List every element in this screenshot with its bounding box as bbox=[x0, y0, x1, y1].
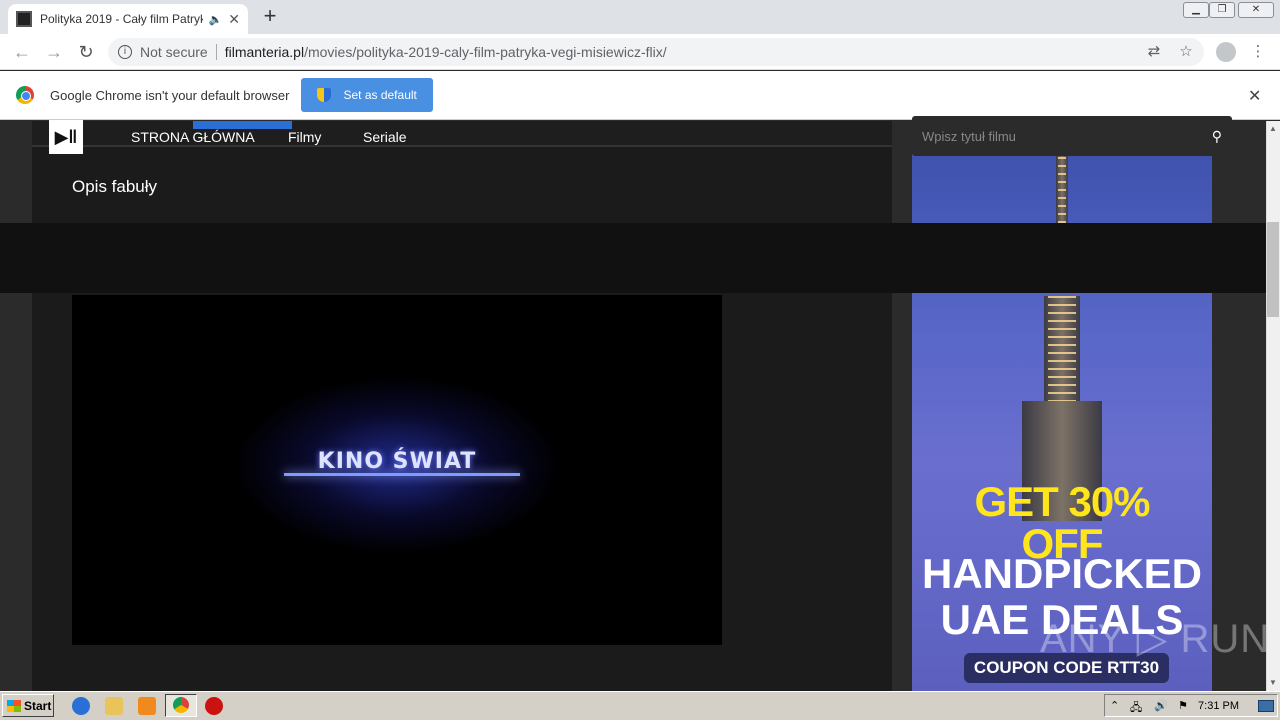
search-input[interactable] bbox=[922, 128, 1212, 144]
url-domain: filmanteria.pl bbox=[224, 44, 305, 60]
show-desktop-icon[interactable] bbox=[1258, 700, 1274, 712]
profile-avatar[interactable] bbox=[1216, 42, 1236, 62]
start-label: Start bbox=[24, 698, 52, 713]
browser-tab[interactable]: Polityka 2019 - Cały film Patryk 🔈 ✕ bbox=[8, 4, 248, 34]
window-close-button[interactable]: ✕ bbox=[1238, 2, 1274, 18]
default-browser-infobar: Google Chrome isn't your default browser… bbox=[0, 71, 1280, 120]
site-navbar bbox=[0, 223, 1266, 293]
scroll-up-icon[interactable]: ▲ bbox=[1266, 122, 1280, 136]
film-favicon-icon bbox=[16, 11, 32, 27]
search-icon[interactable]: ⚲ bbox=[1212, 128, 1222, 145]
scrollbar-thumb[interactable] bbox=[1267, 222, 1279, 317]
opera-icon[interactable] bbox=[205, 697, 223, 715]
bookmark-star-icon[interactable]: ☆ bbox=[1176, 42, 1196, 62]
forward-icon[interactable]: → bbox=[42, 40, 66, 64]
video-player[interactable]: KINO ŚWIAT bbox=[72, 295, 722, 645]
translate-icon[interactable]: ⇄ bbox=[1144, 42, 1164, 62]
web-page: Opis fabuły KINO ŚWIAT GET 30% OFF HANDP… bbox=[0, 121, 1266, 691]
security-label: Not secure bbox=[140, 44, 208, 60]
network-icon[interactable]: 🖧 bbox=[1130, 699, 1142, 718]
nav-home[interactable]: STRONA GŁÓWNA bbox=[131, 129, 255, 145]
clock[interactable]: 7:31 PM bbox=[1198, 700, 1239, 712]
speaker-icon[interactable]: 🔈 bbox=[209, 13, 223, 26]
back-icon[interactable]: ← bbox=[10, 40, 34, 64]
info-icon[interactable]: i bbox=[118, 45, 132, 59]
set-as-default-button[interactable]: Set as default bbox=[301, 78, 433, 112]
shield-icon bbox=[317, 88, 332, 102]
nav-movies[interactable]: Filmy bbox=[288, 129, 321, 145]
address-bar[interactable]: i Not secure filmanteria.pl /movies/poli… bbox=[108, 38, 1204, 66]
plot-description-heading: Opis fabuły bbox=[72, 177, 158, 196]
separator bbox=[215, 44, 217, 60]
restore-button[interactable]: ❐ bbox=[1209, 2, 1235, 18]
anyrun-watermark: ANY ▷ RUN bbox=[1040, 617, 1271, 661]
infobar-message: Google Chrome isn't your default browser bbox=[50, 87, 290, 103]
info-tab-active[interactable] bbox=[193, 121, 292, 129]
tab-close-icon[interactable]: ✕ bbox=[228, 11, 240, 28]
infobar-close-icon[interactable]: ✕ bbox=[1248, 86, 1261, 106]
site-search: ⚲ bbox=[912, 116, 1232, 156]
url-path: /movies/polityka-2019-caly-film-patryka-… bbox=[304, 44, 667, 60]
reload-icon[interactable]: ↻ bbox=[74, 40, 98, 64]
video-overlay-title: KINO ŚWIAT bbox=[317, 449, 477, 474]
volume-icon[interactable]: 🔊 bbox=[1154, 699, 1168, 712]
nav-series[interactable]: Seriale bbox=[363, 129, 407, 145]
set-as-default-label: Set as default bbox=[343, 88, 417, 102]
page-scrollbar[interactable] bbox=[1266, 121, 1280, 691]
flag-icon[interactable]: ⚑ bbox=[1178, 699, 1188, 712]
site-logo[interactable]: ▶‖ bbox=[49, 120, 83, 154]
media-player-icon[interactable] bbox=[138, 697, 156, 715]
scroll-down-icon[interactable]: ▼ bbox=[1266, 676, 1280, 690]
chrome-icon bbox=[173, 697, 189, 713]
windows-logo-icon bbox=[7, 699, 21, 712]
tray-expand-icon[interactable]: ⌃ bbox=[1110, 699, 1119, 712]
video-light-bar bbox=[284, 473, 520, 476]
ad-headline-line1: HANDPICKED bbox=[922, 550, 1203, 597]
tab-title: Polityka 2019 - Cały film Patryk bbox=[40, 12, 203, 26]
chrome-taskbar-button[interactable] bbox=[165, 694, 197, 717]
advertisement-banner[interactable]: GET 30% OFF HANDPICKED UAE DEALS COUPON … bbox=[912, 121, 1212, 691]
new-tab-button[interactable]: + bbox=[258, 5, 282, 29]
start-button[interactable]: Start bbox=[2, 694, 54, 717]
menu-icon[interactable]: ⋮ bbox=[1248, 42, 1268, 62]
chrome-logo-icon bbox=[16, 86, 34, 104]
ie-icon[interactable] bbox=[72, 697, 90, 715]
minimize-button[interactable]: ▁ bbox=[1183, 2, 1209, 18]
folder-icon[interactable] bbox=[105, 697, 123, 715]
